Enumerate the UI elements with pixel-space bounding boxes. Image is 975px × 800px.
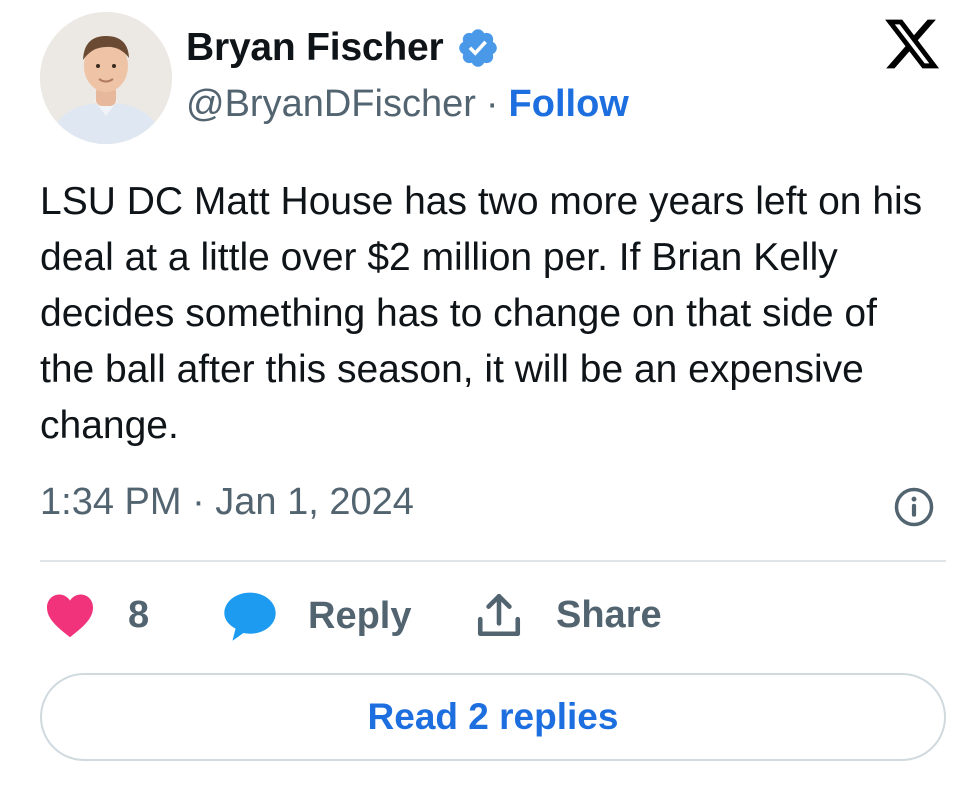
info-icon[interactable]	[893, 486, 935, 528]
heart-icon	[47, 594, 93, 638]
follow-button[interactable]: Follow	[509, 83, 629, 125]
read-replies-button[interactable]: Read 2 replies	[40, 673, 946, 761]
share-upload-icon	[477, 593, 521, 637]
reply-label: Reply	[308, 594, 412, 637]
tweet-timestamp[interactable]: 1:34 PM · Jan 1, 2024	[40, 478, 414, 526]
like-count: 8	[128, 593, 150, 636]
share-label: Share	[556, 593, 662, 636]
author-name[interactable]: Bryan Fischer	[186, 26, 444, 70]
handle-separator: ·	[485, 83, 499, 125]
author-name-row: Bryan Fischer	[186, 22, 500, 74]
avatar[interactable]	[40, 12, 172, 144]
x-logo-icon[interactable]	[882, 14, 942, 74]
speech-bubble-icon	[224, 592, 276, 641]
author-handle[interactable]: @BryanDFischer	[186, 83, 476, 125]
tweet-text: LSU DC Matt House has two more years lef…	[40, 180, 923, 447]
read-replies-label: Read 2 replies	[367, 696, 619, 737]
reply-button[interactable]: Reply	[222, 590, 411, 642]
author-handle-row: @BryanDFischer · Follow	[186, 80, 629, 128]
divider	[40, 560, 946, 562]
avatar-photo	[40, 12, 172, 144]
verified-badge-icon	[458, 29, 497, 67]
share-button[interactable]: Share	[474, 590, 662, 640]
like-button[interactable]: 8	[44, 592, 149, 638]
